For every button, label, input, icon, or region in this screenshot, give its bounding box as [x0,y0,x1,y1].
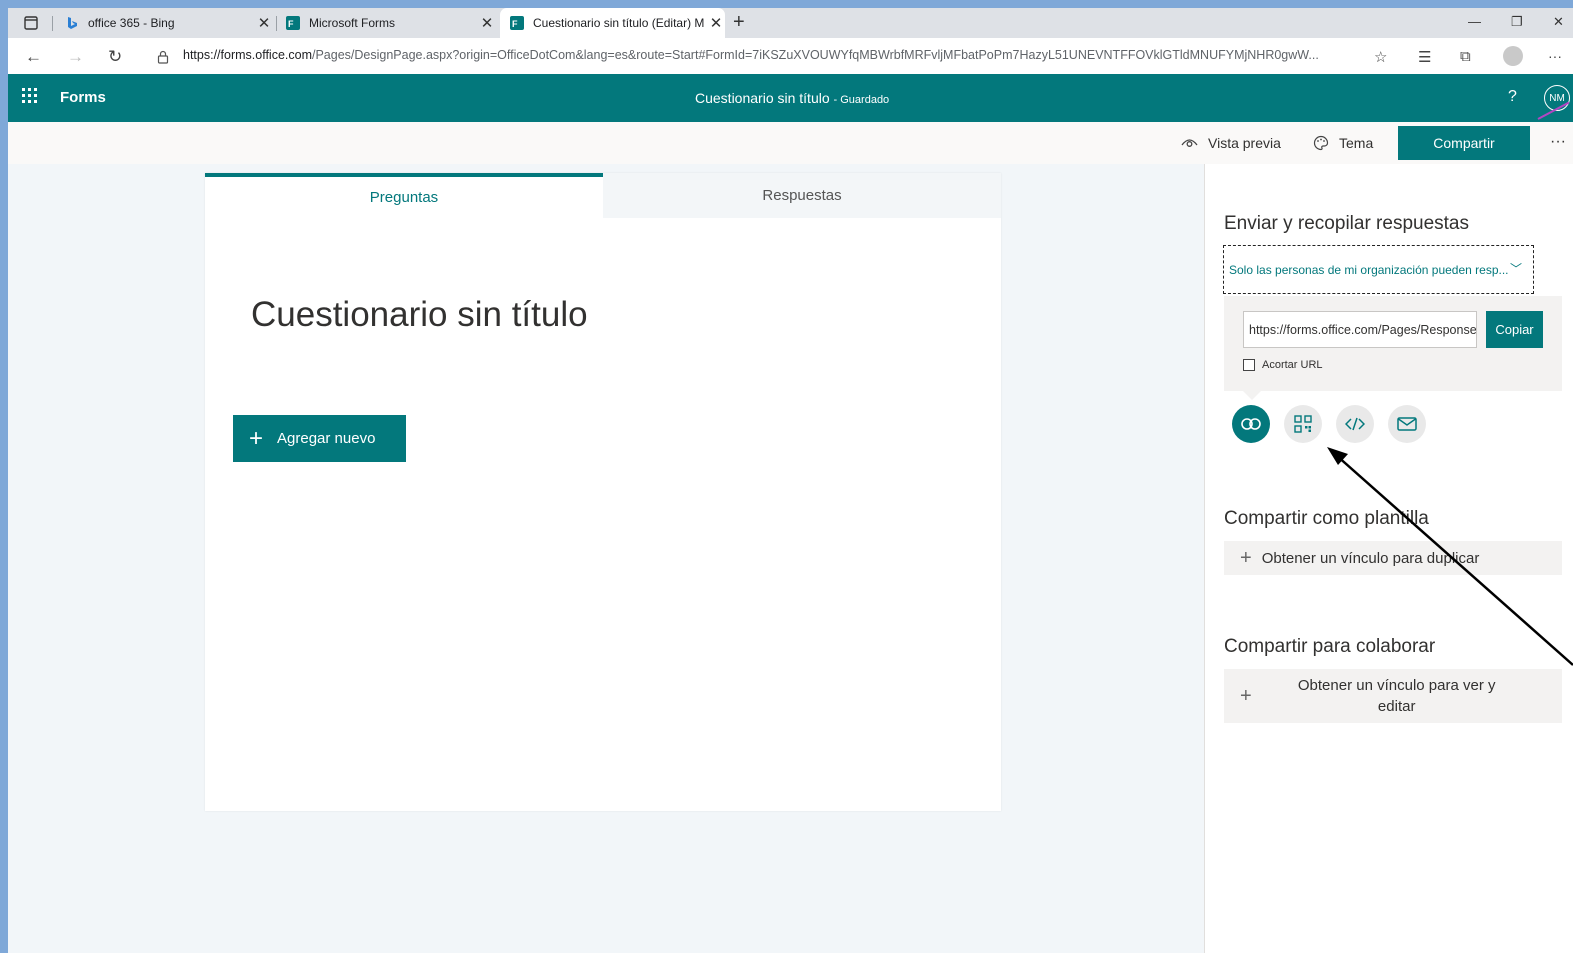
browser-window: office 365 - Bing ✕ F Microsoft Forms ✕ … [8,8,1573,953]
annotation-arrow [1327,447,1573,666]
